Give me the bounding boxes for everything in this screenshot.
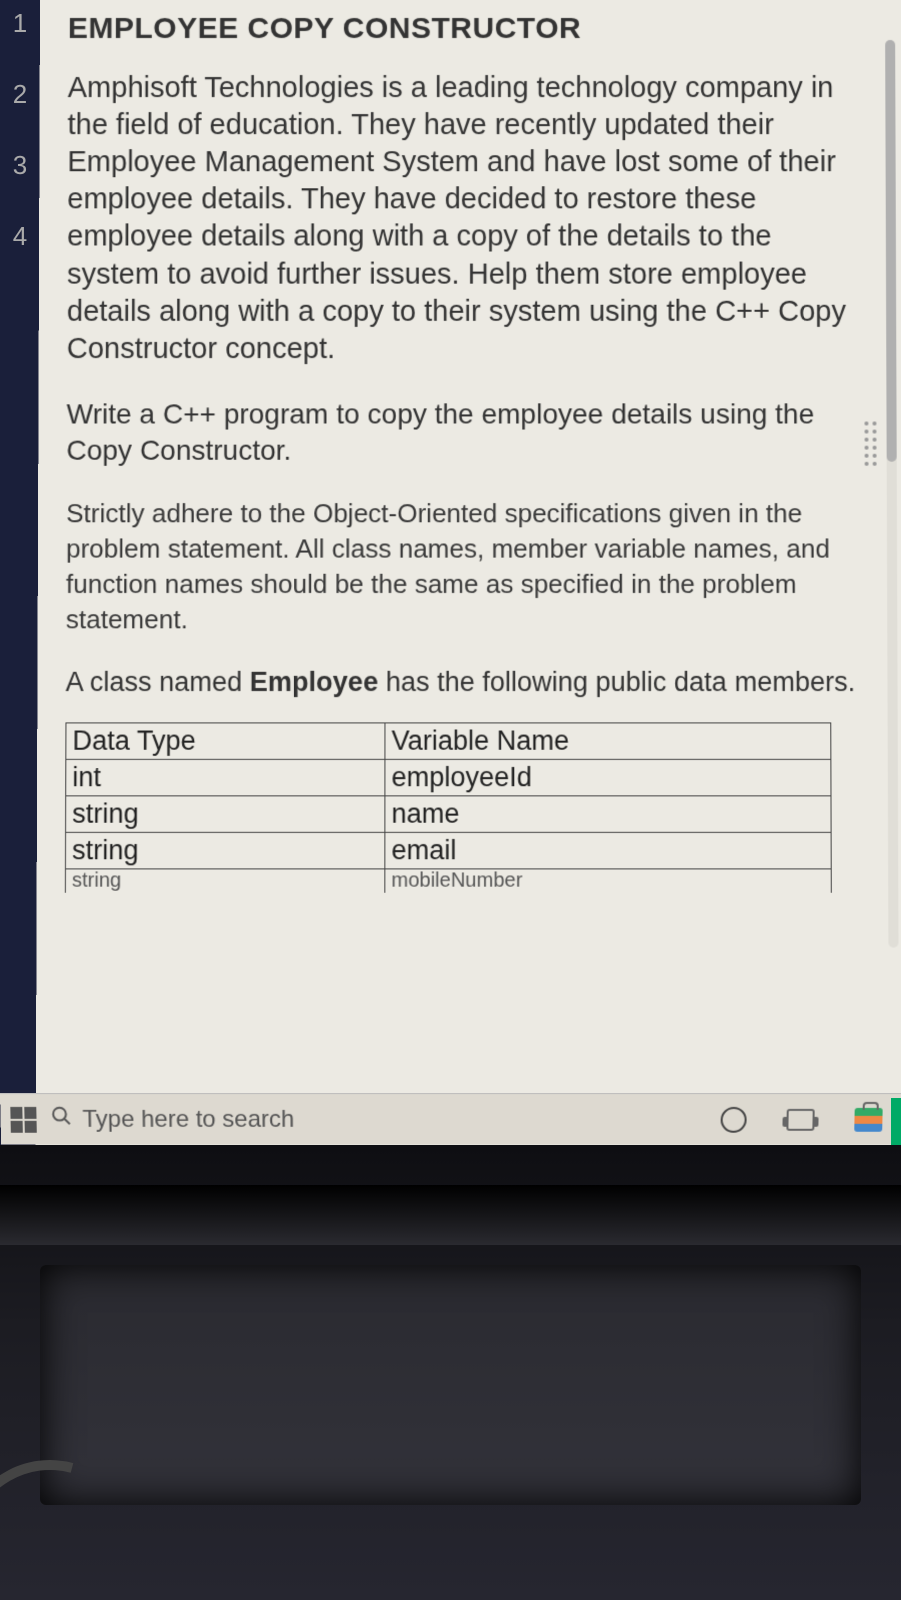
table-cell: int: [66, 760, 385, 796]
table-row: int employeeId: [66, 760, 832, 796]
sidebar-step-4[interactable]: 4: [13, 221, 27, 252]
sidebar-step-2[interactable]: 2: [13, 79, 27, 110]
table-cell: name: [385, 796, 831, 833]
table-row: string name: [66, 796, 832, 833]
taskbar-right: [720, 1106, 890, 1132]
cortana-icon[interactable]: [720, 1106, 746, 1132]
task-paragraph: Write a C++ program to copy the employee…: [66, 396, 862, 469]
screen: 1 2 3 4 EMPLOYEE COPY CONSTRUCTOR Amphis…: [0, 0, 901, 1600]
sidebar-step-3[interactable]: 3: [13, 150, 27, 181]
table-cell: mobileNumber: [385, 869, 832, 893]
page-title: EMPLOYEE COPY CONSTRUCTOR: [68, 12, 861, 46]
keyboard: [40, 1265, 861, 1505]
table-row-cutoff: string mobileNumber: [65, 869, 831, 893]
table-row: string email: [65, 833, 831, 870]
taskbar-search[interactable]: Type here to search: [50, 1105, 294, 1134]
content-area: 1 2 3 4 EMPLOYEE COPY CONSTRUCTOR Amphis…: [0, 0, 901, 1150]
main-content: EMPLOYEE COPY CONSTRUCTOR Amphisoft Tech…: [36, 0, 901, 1161]
scrollbar-thumb[interactable]: [885, 40, 897, 462]
store-icon[interactable]: [854, 1107, 882, 1131]
table-header-row: Data Type Variable Name: [66, 723, 831, 759]
search-icon: [50, 1105, 73, 1134]
laptop-keyboard-area: [0, 1145, 901, 1600]
class-name-emphasis: Employee: [250, 667, 378, 697]
table-cell: string: [65, 833, 384, 870]
problem-intro-paragraph: Amphisoft Technologies is a leading tech…: [67, 70, 863, 368]
table-cell: string: [65, 869, 384, 893]
edge-strip: [891, 1098, 901, 1150]
text-fragment: A class named: [66, 667, 250, 697]
class-intro-paragraph: A class named Employee has the following…: [66, 664, 864, 701]
search-placeholder: Type here to search: [82, 1105, 294, 1133]
windows-start-icon[interactable]: [10, 1106, 37, 1132]
table-cell: string: [66, 796, 385, 833]
guidelines-paragraph: Strictly adhere to the Object-Oriented s…: [66, 496, 863, 638]
table-header-cell: Variable Name: [385, 723, 831, 759]
data-members-table: Data Type Variable Name int employeeId s…: [65, 723, 832, 893]
table-cell: email: [385, 833, 832, 870]
sidebar-step-1[interactable]: 1: [13, 8, 27, 39]
taskview-icon[interactable]: [786, 1108, 814, 1130]
sidebar: 1 2 3 4: [0, 0, 40, 1150]
drag-grip-icon[interactable]: [864, 421, 876, 465]
table-header-cell: Data Type: [66, 723, 385, 759]
text-fragment: has the following public data members.: [378, 667, 855, 697]
table-cell: employeeId: [385, 760, 831, 796]
windows-taskbar[interactable]: Type here to search: [0, 1093, 901, 1145]
laptop-hinge: [0, 1185, 901, 1245]
